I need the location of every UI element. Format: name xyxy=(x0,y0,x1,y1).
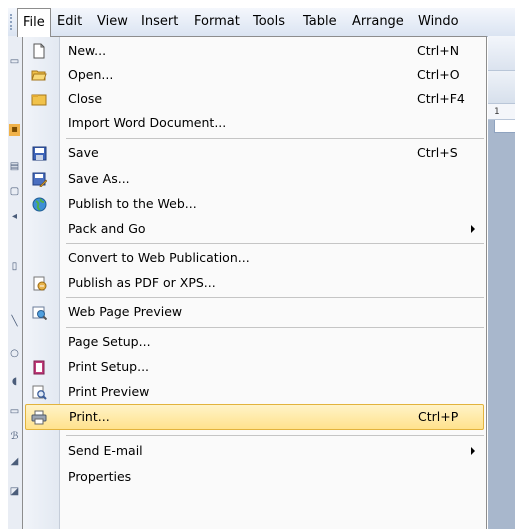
tool-icon[interactable]: ◪ xyxy=(9,486,20,498)
menu-item-send-e-mail[interactable]: Send E-mail xyxy=(25,439,484,463)
shortcut-text: Ctrl+F4 xyxy=(417,91,465,106)
menu-view[interactable]: View xyxy=(92,8,133,36)
menu-item-label: Print Setup... xyxy=(68,359,150,374)
print-preview-icon xyxy=(31,384,47,400)
menu-item-label: Properties xyxy=(68,469,132,484)
submenu-arrow-icon xyxy=(471,447,475,455)
tool-icon[interactable]: ▢ xyxy=(9,186,20,198)
menu-item-label: Save As... xyxy=(68,171,130,186)
menu-item-label: Web Page Preview xyxy=(68,304,183,319)
menu-item-web-page-preview[interactable]: Web Page Preview xyxy=(25,300,484,324)
menu-arrange[interactable]: Arrange xyxy=(347,8,409,36)
standard-toolbar-fragment xyxy=(488,36,515,71)
web-preview-icon xyxy=(31,304,47,320)
menu-format[interactable]: Format xyxy=(189,8,245,36)
tool-icon-selected[interactable]: ▪ xyxy=(9,124,20,136)
shortcut-text: Ctrl+S xyxy=(417,145,458,160)
formatting-toolbar-fragment xyxy=(488,71,515,133)
menu-separator xyxy=(66,138,484,139)
menu-item-label: New... xyxy=(68,43,107,58)
tool-icon[interactable]: ▯ xyxy=(9,261,20,273)
menu-item-page-setup[interactable]: Page Setup... xyxy=(25,330,484,354)
shortcut-text: Ctrl+O xyxy=(417,67,460,82)
menu-item-label: Close xyxy=(68,91,103,106)
left-toolbar-strip: ▭ ▪ ▤ ▢ ◂ ▯ ╲ ○ ◖ ▭ ℬ ◢ ◪ xyxy=(8,36,23,529)
tool-icon[interactable]: ▭ xyxy=(9,56,20,68)
horizontal-ruler[interactable]: 1 xyxy=(488,104,515,120)
menu-item-label: Pack and Go xyxy=(68,221,146,236)
menu-bar: File Edit View Insert Format Tools Table… xyxy=(8,8,515,37)
save-as-icon xyxy=(31,171,47,187)
tool-icon[interactable]: ○ xyxy=(9,348,20,360)
shortcut-text: Ctrl+N xyxy=(417,43,460,58)
tool-icon[interactable]: ◂ xyxy=(9,211,20,223)
menu-separator xyxy=(66,297,484,298)
print-setup-icon xyxy=(31,359,47,375)
menu-separator xyxy=(66,327,484,328)
menu-item-label: Page Setup... xyxy=(68,334,151,349)
menu-item-close[interactable]: Close Ctrl+F4 xyxy=(25,87,484,111)
menu-item-properties[interactable]: Properties xyxy=(25,465,484,489)
open-folder-icon xyxy=(31,67,47,83)
menu-item-label: Print... xyxy=(69,409,110,424)
tool-icon[interactable]: ▤ xyxy=(9,161,20,173)
menu-item-label: Print Preview xyxy=(68,384,150,399)
tool-icon[interactable]: ╲ xyxy=(9,316,20,328)
shortcut-text: Ctrl+P xyxy=(418,409,459,424)
tool-icon[interactable]: ◖ xyxy=(9,376,20,388)
tool-icon[interactable]: ▭ xyxy=(9,406,20,418)
menu-item-label: Send E-mail xyxy=(68,443,143,458)
new-document-icon xyxy=(31,43,47,59)
tool-icon[interactable]: ◢ xyxy=(9,456,20,468)
menu-separator xyxy=(66,243,484,244)
toolbar-grip-handle[interactable] xyxy=(10,14,15,30)
menu-item-print[interactable]: Print... Ctrl+P xyxy=(25,404,484,430)
menu-item-label: Publish to the Web... xyxy=(68,196,197,211)
menu-item-save[interactable]: Save Ctrl+S xyxy=(25,141,484,165)
menu-insert[interactable]: Insert xyxy=(136,8,183,36)
globe-icon xyxy=(31,196,47,212)
menu-item-pack-and-go[interactable]: Pack and Go xyxy=(25,217,484,241)
menu-item-label: Publish as PDF or XPS... xyxy=(68,275,216,290)
menu-item-open[interactable]: Open... Ctrl+O xyxy=(25,63,484,87)
menu-item-new[interactable]: New... Ctrl+N xyxy=(25,39,484,63)
menu-item-convert-to-web-publication[interactable]: Convert to Web Publication... xyxy=(25,246,484,270)
printer-icon xyxy=(31,409,47,425)
menu-item-publish-to-the-web[interactable]: Publish to the Web... xyxy=(25,192,484,216)
file-menu-dropdown: New... Ctrl+N Open... Ctrl+O Close Ctrl+… xyxy=(22,36,487,529)
menu-edit[interactable]: Edit xyxy=(52,8,87,36)
tool-icon[interactable]: ℬ xyxy=(9,431,20,443)
submenu-arrow-icon xyxy=(471,225,475,233)
menu-item-import-word-document[interactable]: Import Word Document... xyxy=(25,111,484,135)
menu-item-label: Open... xyxy=(68,67,114,82)
menu-window[interactable]: Windo xyxy=(413,8,515,36)
menu-item-label: Import Word Document... xyxy=(68,115,227,130)
menu-item-label: Convert to Web Publication... xyxy=(68,250,250,265)
menu-file[interactable]: File xyxy=(17,8,51,37)
menu-tools[interactable]: Tools xyxy=(248,8,290,36)
menu-item-print-preview[interactable]: Print Preview xyxy=(25,380,484,404)
ruler-tick-label: 1 xyxy=(494,107,500,117)
save-disk-icon xyxy=(31,145,47,161)
menu-item-print-setup[interactable]: Print Setup... xyxy=(25,355,484,379)
menu-table[interactable]: Table xyxy=(298,8,342,36)
workspace-background: 1 xyxy=(488,36,515,529)
close-folder-icon xyxy=(31,91,47,107)
menu-item-save-as[interactable]: Save As... xyxy=(25,167,484,191)
menu-item-label: Save xyxy=(68,145,99,160)
menu-separator xyxy=(66,435,484,436)
menu-item-publish-as-pdf-or-xps[interactable]: Publish as PDF or XPS... xyxy=(25,271,484,295)
pdf-export-icon xyxy=(31,275,47,291)
